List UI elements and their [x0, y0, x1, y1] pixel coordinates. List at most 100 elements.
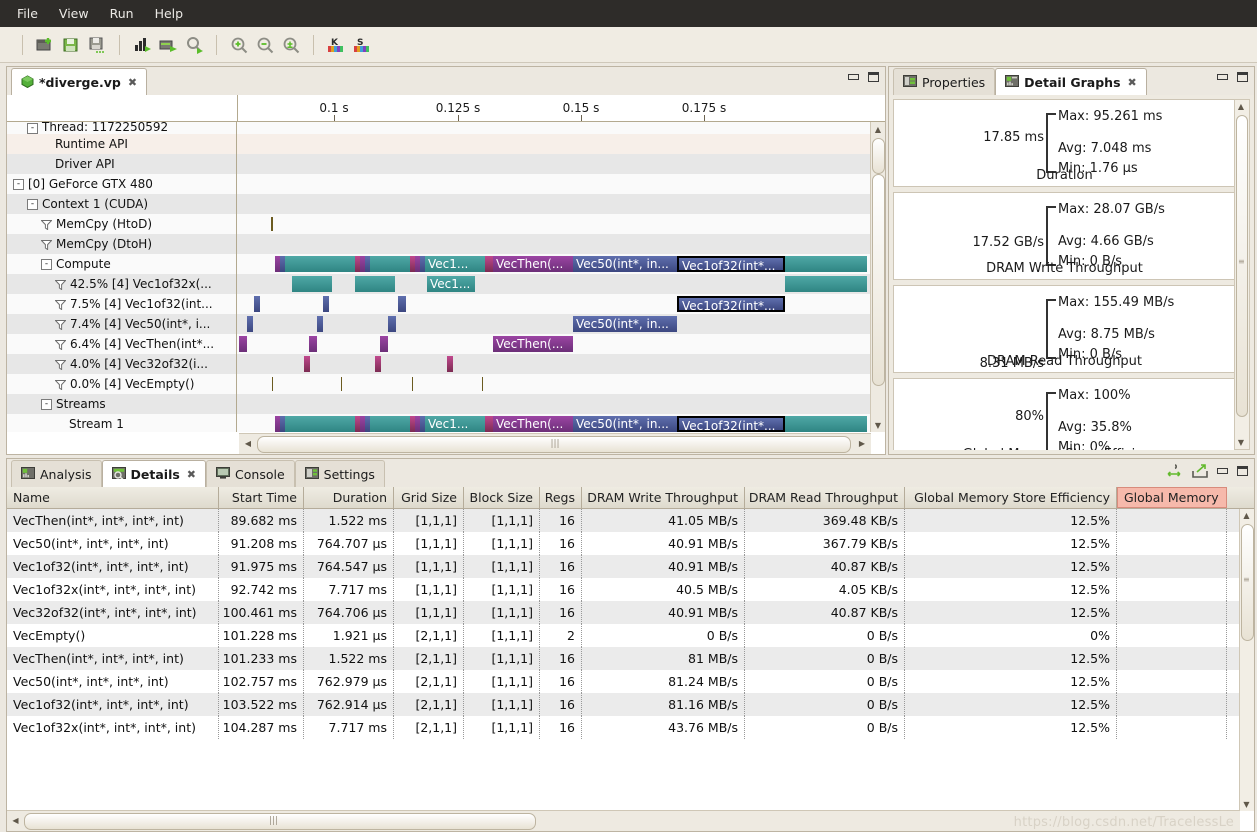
table-row[interactable]: VecThen(int*, int*, int*, int) 101.233 ms… — [7, 647, 1240, 670]
timeline-row-track[interactable]: Vec50(int*, in... — [237, 314, 871, 334]
timeline-row-label[interactable]: Stream 1 — [7, 414, 237, 432]
graphs-vscroll-thumb[interactable] — [1236, 115, 1248, 417]
timeline-row[interactable]: Stream 1 Vec1... VecThen(... Vec50(int*, in… — [7, 414, 871, 432]
timeline-row-label[interactable]: - Streams — [7, 394, 237, 414]
timeline-ruler[interactable]: 0.1 s 0.125 s 0.15 s 0.175 s — [7, 95, 885, 122]
timeline-bar[interactable]: Vec1... — [425, 416, 485, 432]
timeline-bar[interactable]: Vec50(int*, in... — [573, 416, 677, 432]
new-session-icon[interactable] — [33, 33, 57, 57]
timeline-row-track[interactable]: Vec1... VecThen(... Vec50(int*, in... Vec1o… — [237, 414, 871, 432]
timeline-bar[interactable] — [292, 276, 332, 292]
timeline-row-track[interactable] — [237, 234, 871, 254]
filter-funnel-icon[interactable] — [54, 319, 67, 331]
filter-funnel-icon[interactable] — [54, 299, 67, 311]
timeline-row-track[interactable]: Vec1... — [237, 274, 871, 294]
timeline-bar-selected[interactable]: Vec1of32(int*... — [677, 416, 785, 432]
timeline-vscrollbar[interactable]: ▲ ▼ — [870, 122, 885, 432]
filter-funnel-icon[interactable] — [54, 339, 67, 351]
timeline-row-track[interactable] — [237, 194, 871, 214]
timeline-bar[interactable]: Vec1... — [425, 256, 485, 272]
timeline-bar[interactable] — [355, 276, 395, 292]
timeline-row-track[interactable] — [237, 394, 871, 414]
timeline-row-label[interactable]: 6.4% [4] VecThen(int*... — [7, 334, 237, 354]
timeline-bar[interactable] — [304, 356, 310, 372]
timeline-bar[interactable] — [323, 296, 329, 312]
scroll-up-arrow[interactable]: ▲ — [1240, 509, 1253, 522]
tab-properties[interactable]: Properties — [893, 68, 996, 96]
timeline-bar[interactable] — [785, 256, 867, 272]
timeline-row-label[interactable]: - Thread: 1172250592 — [7, 122, 237, 134]
filter-funnel-icon[interactable] — [54, 379, 67, 391]
timeline-bar[interactable] — [341, 377, 342, 391]
scroll-down-arrow[interactable]: ▼ — [871, 418, 885, 432]
table-column-header[interactable]: Global Memory Store Efficiency — [905, 487, 1117, 508]
timeline-row[interactable]: 4.0% [4] Vec32of32(i... — [7, 354, 871, 374]
tree-expand-toggle[interactable]: - — [41, 398, 52, 410]
tab-diverge-vp[interactable]: *diverge.vp ✖ — [11, 68, 148, 96]
stream-colors-icon[interactable]: S — [350, 33, 374, 57]
maximize-icon[interactable] — [1236, 466, 1249, 477]
minimize-icon[interactable] — [1216, 72, 1229, 83]
timeline-bar-selected[interactable]: Vec1of32(int*... — [677, 296, 785, 312]
timeline-row[interactable]: Driver API — [7, 154, 871, 174]
timeline-vscroll-thumb-2[interactable] — [872, 174, 885, 386]
timeline-bar[interactable] — [285, 256, 355, 272]
minimize-icon[interactable] — [847, 72, 860, 83]
timeline-row-track[interactable] — [237, 122, 871, 134]
table-column-header[interactable]: Grid Size — [394, 487, 464, 508]
save-icon[interactable] — [59, 33, 83, 57]
save-as-icon[interactable] — [85, 33, 109, 57]
table-header-row[interactable]: Name Start Time Duration Grid Size Block Siz… — [7, 487, 1254, 509]
menu-item-help[interactable]: Help — [146, 3, 193, 24]
timeline-row[interactable]: 42.5% [4] Vec1of32x(... Vec1... — [7, 274, 871, 294]
maximize-icon[interactable] — [1236, 72, 1249, 83]
kernel-colors-icon[interactable]: K — [324, 33, 348, 57]
resize-columns-icon[interactable] — [1166, 464, 1184, 479]
timeline-row-label[interactable]: 7.4% [4] Vec50(int*, i... — [7, 314, 237, 334]
filter-funnel-icon[interactable] — [54, 359, 67, 371]
tree-expand-toggle[interactable]: - — [27, 198, 38, 210]
timeline-row-label[interactable]: 7.5% [4] Vec1of32(int... — [7, 294, 237, 314]
close-icon[interactable]: ✖ — [128, 76, 137, 89]
timeline-rows[interactable]: - Thread: 1172250592 Runtime API Driver API… — [7, 122, 871, 432]
timeline-row-label[interactable]: MemCpy (HtoD) — [7, 214, 237, 234]
zoom-out-icon[interactable] — [253, 33, 277, 57]
graphs-vscrollbar[interactable]: ▲ ≡ ▼ — [1234, 99, 1250, 450]
table-hscrollbar[interactable]: ◀ ||| https://blog.csdn.net/TracelessLe — [7, 810, 1240, 831]
table-body[interactable]: VecThen(int*, int*, int*, int) 89.682 ms 1… — [7, 509, 1240, 811]
timeline-bar[interactable] — [485, 416, 493, 432]
table-row[interactable]: Vec1of32(int*, int*, int*, int) 103.522 m… — [7, 693, 1240, 716]
timeline-row[interactable]: 7.5% [4] Vec1of32(int... Vec1of32(int*... — [7, 294, 871, 314]
table-column-header[interactable]: Global Memory — [1117, 487, 1227, 508]
maximize-icon[interactable] — [867, 72, 880, 83]
timeline-bar[interactable] — [247, 316, 253, 332]
timeline-bar[interactable]: Vec50(int*, in... — [573, 256, 677, 272]
filter-funnel-icon[interactable] — [54, 279, 67, 291]
timeline-bar-selected[interactable]: Vec1of32(int*... — [677, 256, 785, 272]
timeline-row-label[interactable]: Runtime API — [7, 134, 237, 154]
timeline-row-label[interactable]: - Context 1 (CUDA) — [7, 194, 237, 214]
run-application-icon[interactable] — [156, 33, 180, 57]
tree-expand-toggle[interactable]: - — [27, 123, 38, 134]
timeline-bar[interactable] — [285, 416, 355, 432]
detail-graph-card[interactable]: 17.85 ms Max: 95.261 ms Avg: 7.048 ms Min: … — [893, 99, 1236, 187]
timeline-bar[interactable] — [447, 356, 453, 372]
graph-card-list[interactable]: 17.85 ms Max: 95.261 ms Avg: 7.048 ms Min: … — [893, 99, 1236, 450]
table-row[interactable]: Vec32of32(int*, int*, int*, int) 100.461 … — [7, 601, 1240, 624]
export-icon[interactable] — [1191, 464, 1209, 479]
table-hscroll-thumb[interactable] — [24, 813, 536, 830]
timeline-bar[interactable] — [785, 416, 867, 432]
table-column-header[interactable]: Start Time — [219, 487, 304, 508]
zoom-fit-icon[interactable] — [279, 33, 303, 57]
timeline-row-label[interactable]: MemCpy (DtoH) — [7, 234, 237, 254]
timeline-vscroll-thumb[interactable] — [872, 138, 885, 174]
timeline-bar[interactable]: Vec1... — [427, 276, 475, 292]
timeline-row-track[interactable]: Vec1of32(int*... — [237, 294, 871, 314]
timeline-row[interactable]: MemCpy (HtoD) — [7, 214, 871, 234]
table-row[interactable]: Vec50(int*, int*, int*, int) 91.208 ms 764… — [7, 532, 1240, 555]
timeline-bar[interactable] — [271, 217, 273, 231]
table-vscrollbar[interactable]: ▲ ≡ ▼ — [1239, 509, 1254, 811]
tab-details[interactable]: Details ✖ — [101, 460, 207, 488]
run-analysis-icon[interactable] — [130, 33, 154, 57]
timeline-row[interactable]: - Streams — [7, 394, 871, 414]
